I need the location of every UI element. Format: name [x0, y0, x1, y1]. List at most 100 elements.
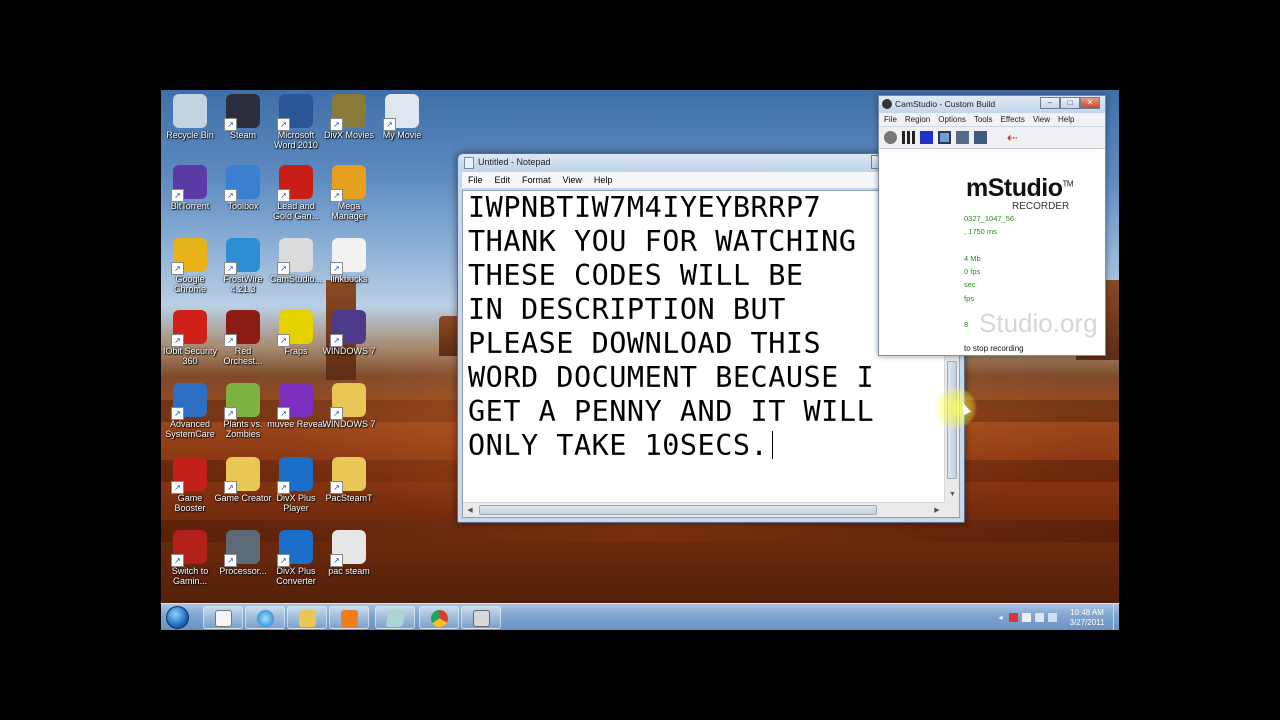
internet-explorer-icon [257, 610, 274, 627]
cam-menu-effects[interactable]: Effects [1001, 115, 1025, 124]
camstudio-app-icon [882, 99, 892, 109]
camstudio-watermark: Studio.org [979, 308, 1098, 338]
desktop-icon-label: Mega Manager [331, 201, 367, 221]
show-desktop-button[interactable] [1113, 604, 1119, 630]
taskbar-item-notepad[interactable] [203, 606, 243, 629]
menu-format[interactable]: Format [522, 175, 551, 185]
stop-icon[interactable] [920, 131, 933, 144]
desktop-icon[interactable]: PacSteamT [320, 457, 378, 503]
desktop-icon[interactable]: My Movie [373, 94, 431, 140]
bittorrent-icon [171, 165, 207, 202]
taskbar-item-chrome[interactable] [419, 606, 459, 629]
cam-menu-options[interactable]: Options [938, 115, 966, 124]
desktop-icon[interactable]: WINDOWS 7 [320, 383, 378, 429]
desktop-icon[interactable]: muvee Reveal [267, 383, 325, 429]
camstudio-titlebar[interactable]: CamStudio - Custom Build – □ ✕ [879, 96, 1105, 113]
desktop-icon-label: DivX Movies [323, 130, 374, 140]
folder-icon [330, 383, 366, 420]
menu-edit[interactable]: Edit [495, 175, 511, 185]
desktop-icon[interactable]: FrostWire 4.21.3 [214, 238, 272, 294]
cam-menu-file[interactable]: File [884, 115, 897, 124]
taskbar-item-camstudio[interactable] [461, 606, 501, 629]
scroll-left-arrow-icon[interactable]: ◀ [463, 503, 477, 517]
resize-grip[interactable] [944, 502, 959, 517]
desktop-icon[interactable]: Fraps [267, 310, 325, 356]
system-tray: ◂ 10:48 AM 3/27/2011 [996, 606, 1113, 629]
desktop-icon[interactable]: BitTorrent [161, 165, 219, 211]
camstudio-maximize-button[interactable]: □ [1060, 97, 1080, 109]
cam-menu-region[interactable]: Region [905, 115, 930, 124]
taskbar-item-explorer[interactable] [287, 606, 327, 629]
video-icon[interactable] [974, 131, 987, 144]
desktop-icon[interactable]: Switch to Gamin... [161, 530, 219, 586]
folder-taskbar-icon [299, 610, 316, 627]
taskbar-item-window[interactable] [375, 606, 415, 629]
tray-network-icon[interactable] [1035, 613, 1044, 622]
red-orchestra-icon [224, 310, 260, 347]
text-line: IWPNBTIW7M4IYEYBRRP7 [468, 191, 822, 224]
cam-menu-tools[interactable]: Tools [974, 115, 993, 124]
pause-icon[interactable] [902, 131, 915, 144]
desktop-icon[interactable]: Advanced SystemCare [161, 383, 219, 439]
desktop-icon[interactable]: CamStudio... [267, 238, 325, 284]
desktop-icon[interactable]: Plants vs. Zombies [214, 383, 272, 439]
taskbar-item-media-player[interactable] [329, 606, 369, 629]
start-button[interactable] [163, 604, 193, 630]
desktop-icon[interactable]: Red Orchest... [214, 310, 272, 366]
menu-file[interactable]: File [468, 175, 483, 185]
taskbar-clock[interactable]: 10:48 AM 3/27/2011 [1061, 608, 1113, 628]
camstudio-window[interactable]: CamStudio - Custom Build – □ ✕ File Regi… [878, 95, 1106, 356]
wmv-file-icon [383, 94, 419, 131]
desktop-icon[interactable]: Mega Manager [320, 165, 378, 221]
desktop-icon-label: Game Creator [214, 493, 272, 503]
desktop-icon[interactable]: Lead and Gold Gan... [267, 165, 325, 221]
camstudio-body: mStudioTM RECORDER 0327_1047_56 , 1750 m… [879, 150, 1105, 355]
record-icon[interactable] [884, 131, 897, 144]
desktop-icon[interactable]: Microsoft Word 2010 [267, 94, 325, 150]
desktop-icon[interactable]: Google Chrome [161, 238, 219, 294]
windows-start-icon [166, 606, 189, 629]
exit-icon[interactable]: ⇠ [1006, 131, 1019, 144]
taskbar-item-ie[interactable] [245, 606, 285, 629]
camstudio-minimize-button[interactable]: – [1040, 97, 1060, 109]
desktop-icon[interactable]: DivX Movies [320, 94, 378, 140]
desktop-icon[interactable]: IObit Security 360 [161, 310, 219, 366]
desktop-icon[interactable]: pac steam [320, 530, 378, 576]
divx-player-icon [277, 457, 313, 494]
notepad-text[interactable]: IWPNBTIW7M4IYEYBRRP7 THANK YOU FOR WATCH… [468, 191, 948, 463]
desktop-icon[interactable]: linkbucks [320, 238, 378, 284]
desktop-icon[interactable]: Game Booster [161, 457, 219, 513]
tray-expand-arrow-icon[interactable]: ◂ [996, 613, 1005, 622]
desktop-icon[interactable]: Steam [214, 94, 272, 140]
desktop-icon[interactable]: DivX Plus Player [267, 457, 325, 513]
tray-volume-icon[interactable] [1048, 613, 1057, 622]
recording-info-line: 0 fps [964, 267, 981, 276]
fraps-icon [277, 310, 313, 347]
recording-info-line: 8 [964, 320, 969, 329]
tray-power-icon[interactable] [1022, 613, 1031, 622]
scroll-right-arrow-icon[interactable]: ▶ [930, 503, 944, 517]
region-icon[interactable] [938, 131, 951, 144]
menu-view[interactable]: View [563, 175, 582, 185]
desktop-icon[interactable]: Toolbox [214, 165, 272, 211]
horizontal-scrollbar[interactable]: ◀ ▶ [463, 502, 944, 517]
desktop-icon[interactable]: DivX Plus Converter [267, 530, 325, 586]
desktop-icon-label: Red Orchest... [223, 346, 263, 366]
cam-menu-view[interactable]: View [1033, 115, 1050, 124]
desktop-icon[interactable]: Recycle Bin [161, 94, 219, 140]
folder-icon [330, 457, 366, 494]
tray-flag-icon[interactable] [1009, 613, 1018, 622]
frostwire-icon [224, 238, 260, 275]
desktop-icon[interactable]: WINDOWS 7 [320, 310, 378, 356]
avi-file-icon [330, 530, 366, 567]
desktop-icon[interactable]: Game Creator [214, 457, 272, 503]
horizontal-scroll-thumb[interactable] [479, 505, 877, 515]
menu-help[interactable]: Help [594, 175, 613, 185]
annotation-icon[interactable] [956, 131, 969, 144]
scroll-down-arrow-icon[interactable]: ▼ [945, 488, 959, 502]
camstudio-close-button[interactable]: ✕ [1080, 97, 1100, 109]
word-icon [277, 94, 313, 131]
cam-menu-help[interactable]: Help [1058, 115, 1074, 124]
rar-archive-icon [330, 310, 366, 347]
desktop-icon[interactable]: Processor... [214, 530, 272, 576]
